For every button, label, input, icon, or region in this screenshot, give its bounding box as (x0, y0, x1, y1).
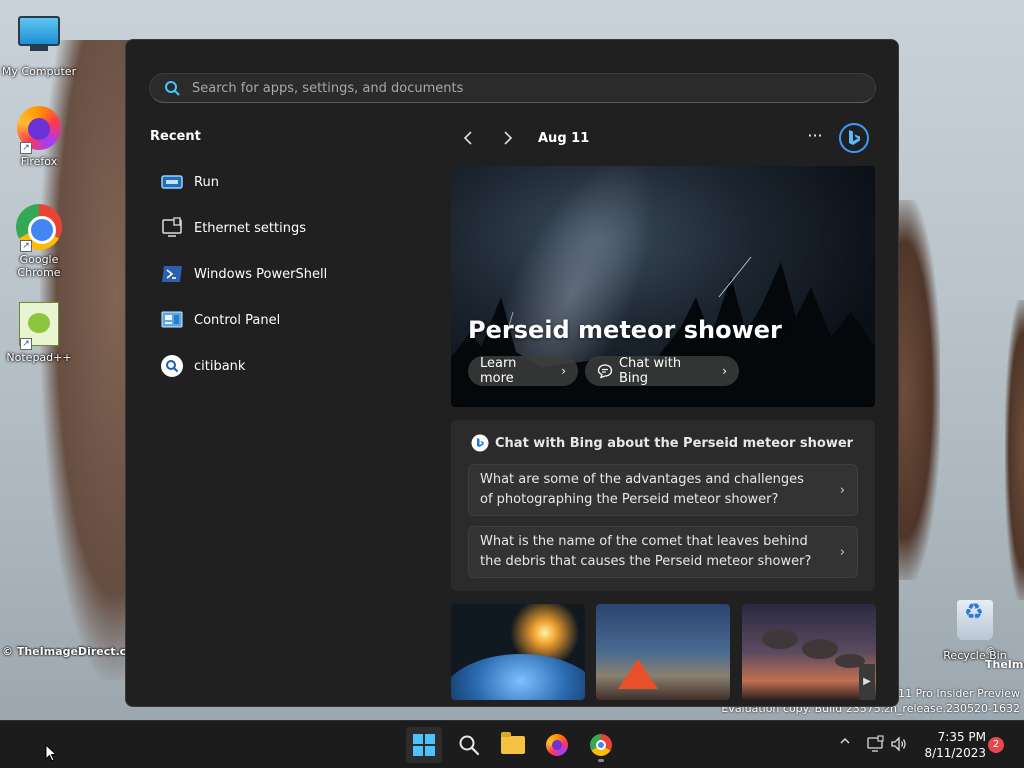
taskbar-firefox-button[interactable] (539, 727, 575, 763)
bing-button[interactable] (838, 122, 870, 154)
bing-icon (471, 434, 489, 452)
learn-more-label: Learn more (480, 356, 517, 386)
taskbar-search-button[interactable] (451, 727, 487, 763)
hero-card[interactable]: Perseid meteor shower Learn more › Chat … (451, 166, 875, 407)
recent-item-run[interactable]: Run (150, 159, 420, 205)
chevron-right-icon: › (839, 483, 845, 498)
clock-time: 7:35 PM (937, 730, 986, 744)
learn-more-button[interactable]: Learn more › (468, 356, 578, 386)
search-icon (160, 354, 184, 378)
file-explorer-button[interactable] (495, 727, 531, 763)
recent-heading: Recent (150, 129, 201, 144)
recent-item-label: Run (194, 174, 219, 190)
recent-item-label: Ethernet settings (194, 220, 306, 236)
firefox-icon (546, 734, 568, 756)
notepad-plus-plus-icon: ↗ (16, 302, 62, 350)
shortcut-arrow-icon: ↗ (20, 142, 32, 154)
search-icon (459, 735, 480, 756)
clock-button[interactable]: 7:35 PM 8/11/2023 (922, 729, 986, 761)
wallpaper-watermark: © TheImageDirect.com (2, 645, 146, 658)
bing-question-2[interactable]: What is the name of the comet that leave… (468, 526, 858, 578)
search-input[interactable] (192, 78, 852, 98)
wallpaper-figure-right-edge (1005, 300, 1024, 600)
start-button[interactable] (406, 727, 442, 763)
ethernet-icon (160, 216, 184, 240)
taskbar-chrome-button[interactable] (583, 727, 619, 763)
bing-card-title-text: Chat with Bing about the Perseid meteor … (495, 435, 854, 451)
desktop-icon-notepad-plus-plus[interactable]: ↗ Notepad++ (0, 302, 78, 364)
hero-title: Perseid meteor shower (468, 316, 782, 344)
chevron-up-icon (840, 737, 850, 744)
thumbnail-tent-night[interactable] (596, 604, 730, 700)
control-panel-icon (160, 308, 184, 332)
chat-with-bing-button[interactable]: Chat with Bing › (585, 356, 739, 386)
desktop-icon-recycle-bin[interactable]: Recycle Bin (936, 600, 1014, 662)
chrome-icon (590, 734, 612, 756)
my-computer-icon (16, 16, 62, 62)
powershell-icon (160, 262, 184, 286)
show-hidden-icons-button[interactable] (836, 735, 854, 753)
feed-date: Aug 11 (538, 130, 590, 146)
desktop-icon-label: Notepad++ (6, 351, 72, 364)
desktop-icon-firefox[interactable]: ↗ Firefox (0, 106, 78, 168)
desktop-icon-label: My Computer (1, 65, 77, 78)
bing-icon (839, 123, 869, 153)
bing-question-1[interactable]: What are some of the advantages and chal… (468, 464, 858, 516)
start-menu: Recent Run Ethernet settings Windows Pow… (125, 39, 899, 707)
desktop-icon-label: Google Chrome (17, 253, 61, 279)
desktop-icon-label: Firefox (20, 155, 58, 168)
chevron-right-icon (504, 131, 513, 145)
desktop-icon-my-computer[interactable]: My Computer (0, 8, 78, 78)
clock-date: 8/11/2023 (924, 746, 986, 760)
question-text: What are some of the advantages and chal… (480, 472, 804, 507)
chevron-right-icon: › (839, 545, 845, 560)
desktop-icon-google-chrome[interactable]: ↗ Google Chrome (0, 204, 78, 279)
chevron-right-icon: › (561, 364, 566, 378)
previous-day-button[interactable] (456, 126, 480, 150)
folder-icon (501, 732, 525, 754)
recent-item-windows-powershell[interactable]: Windows PowerShell (150, 251, 420, 297)
recent-item-citibank[interactable]: citibank (150, 343, 420, 389)
chat-icon (597, 364, 613, 379)
feed-nav: Aug 11 (456, 126, 589, 150)
next-day-button[interactable] (496, 126, 520, 150)
search-box[interactable] (149, 73, 876, 103)
taskbar: 7:35 PM 8/11/2023 2 (0, 720, 1024, 768)
run-icon (160, 170, 184, 194)
thumbnail-meteor-earth[interactable] (451, 604, 585, 700)
shortcut-arrow-icon: ↗ (20, 338, 32, 350)
ethernet-icon (867, 735, 884, 752)
windows-logo-icon (413, 734, 435, 756)
mouse-cursor-icon (45, 744, 57, 762)
firefox-icon: ↗ (16, 106, 62, 154)
recent-item-label: citibank (194, 358, 246, 374)
volume-button[interactable] (890, 735, 908, 753)
notification-badge[interactable]: 2 (988, 737, 1004, 753)
bing-chat-card: Chat with Bing about the Perseid meteor … (451, 420, 875, 591)
recycle-bin-icon (952, 600, 998, 646)
desktop-icon-label: Recycle Bin (943, 649, 1007, 662)
thumbnail-radio-telescopes[interactable] (742, 604, 876, 700)
bing-card-title: Chat with Bing about the Perseid meteor … (471, 434, 853, 452)
recent-item-ethernet-settings[interactable]: Ethernet settings (150, 205, 420, 251)
chat-with-bing-label: Chat with Bing (618, 356, 682, 386)
question-text: What is the name of the comet that leave… (480, 534, 812, 569)
chrome-icon: ↗ (16, 204, 62, 252)
chevron-right-icon: › (722, 364, 727, 378)
recent-item-label: Control Panel (194, 312, 281, 328)
search-icon (165, 81, 180, 96)
recent-item-control-panel[interactable]: Control Panel (150, 297, 420, 343)
recent-list: Run Ethernet settings Windows PowerShell… (150, 159, 420, 389)
thumbnail-scroll-right-button[interactable]: ▶ (859, 664, 875, 700)
more-options-button[interactable]: ··· (802, 126, 828, 150)
speaker-icon (891, 736, 906, 752)
chevron-left-icon (463, 131, 472, 145)
running-indicator (598, 759, 604, 762)
thumbnail-row: ▶ (451, 604, 876, 704)
shortcut-arrow-icon: ↗ (20, 240, 32, 252)
network-button[interactable] (867, 735, 885, 753)
recent-item-label: Windows PowerShell (194, 266, 328, 282)
